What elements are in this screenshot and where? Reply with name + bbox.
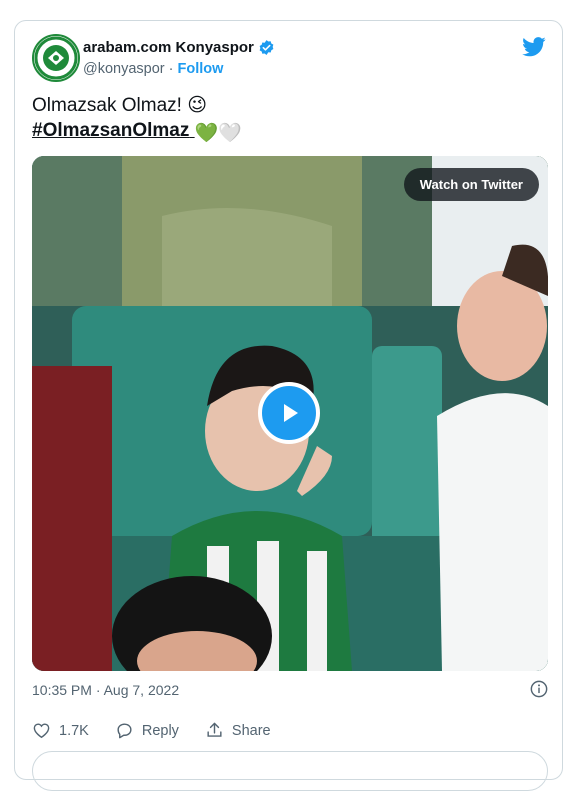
reply-icon [117,723,132,739]
author-handle[interactable]: @konyaspor [83,61,165,77]
author-name-text[interactable]: arabam.com Konyaspor [83,39,254,56]
author-name[interactable]: arabam.com Konyaspor [83,39,275,56]
like-button[interactable]: 1.7K [32,721,89,740]
follow-button[interactable]: Follow [178,61,224,77]
watch-on-twitter-button[interactable]: Watch on Twitter [403,168,539,201]
like-count: 1.7K [59,722,89,739]
tweet-card: arabam.com Konyaspor @konyaspor · Follow… [14,20,563,791]
verified-badge-icon [259,40,274,55]
konyaspor-logo-icon [34,36,78,80]
tweet-text: Olmazsak Olmaz! 😉 [32,95,207,116]
video-media[interactable]: Watch on Twitter [32,156,548,671]
heart-icon [33,723,50,739]
hashtag-link[interactable]: #OlmazsanOlmaz [32,120,189,141]
separator-dot: · [168,61,174,77]
share-label: Share [231,722,271,739]
reply-label: Reply [141,722,179,739]
reply-button[interactable]: Reply [115,721,179,740]
read-replies-button[interactable] [32,751,548,791]
avatar[interactable] [32,34,80,82]
twitter-bird-icon[interactable] [522,37,546,57]
heart-emojis: 💚🤍 [194,123,242,144]
action-bar: 1.7K Reply Share [32,721,271,740]
timestamp[interactable]: 10:35 PM · Aug 7, 2022 [32,682,179,698]
play-button[interactable] [258,382,320,444]
share-button[interactable]: Share [205,721,271,740]
handle-row: @konyaspor · Follow [83,61,223,77]
share-icon [207,722,222,737]
hashtag-line: #OlmazsanOlmaz 💚🤍 [32,120,242,145]
info-icon[interactable] [530,680,548,698]
play-icon [284,404,298,422]
